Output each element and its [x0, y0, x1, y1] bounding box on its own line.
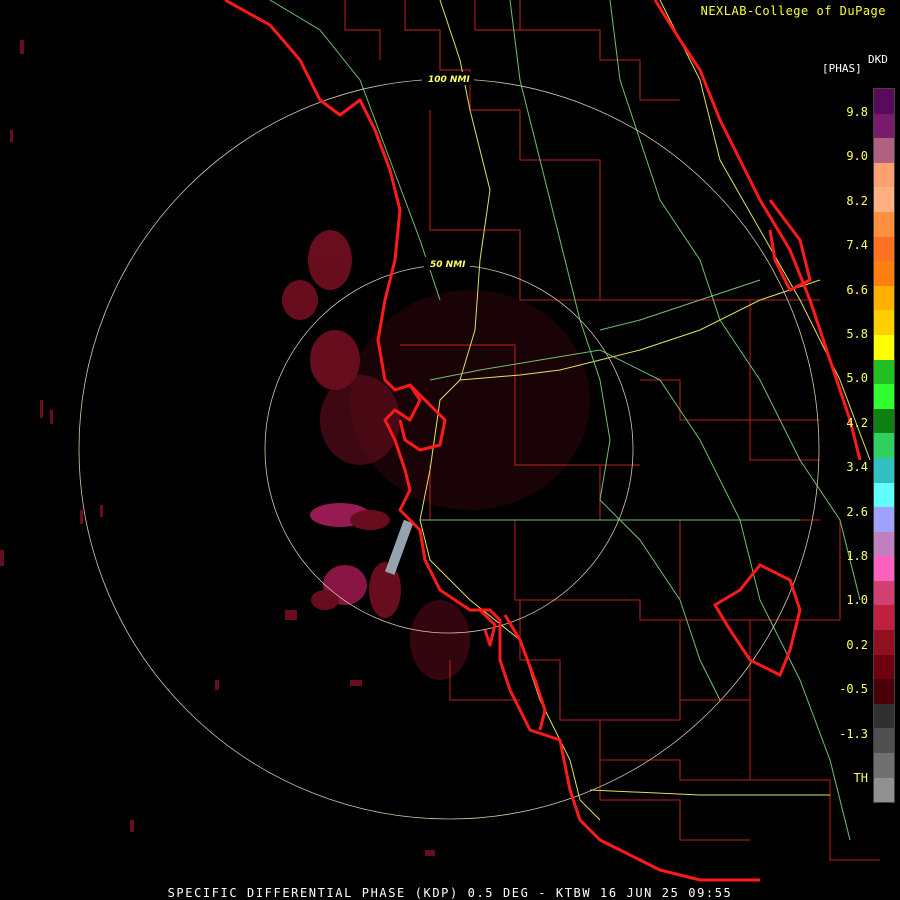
color-swatch	[874, 556, 894, 581]
color-swatch	[874, 654, 894, 680]
color-swatch	[874, 334, 894, 360]
color-scale-label: 9.0	[846, 149, 868, 164]
color-scale-label: 2.6	[846, 504, 868, 519]
color-swatch	[874, 138, 894, 163]
color-scale-label: 7.4	[846, 238, 868, 253]
color-swatch	[874, 777, 894, 803]
color-scale-label: TH	[853, 771, 868, 785]
color-swatch	[874, 359, 894, 385]
color-swatch	[874, 261, 894, 286]
color-scale-label: -1.3	[839, 726, 868, 741]
color-swatch	[874, 89, 894, 114]
color-swatch	[874, 211, 894, 237]
color-scale-label: 6.6	[846, 282, 868, 297]
color-scale-bar	[873, 88, 895, 803]
color-swatch	[874, 433, 894, 458]
color-swatch	[874, 162, 894, 188]
ring-label-100: 100 NMI	[428, 75, 470, 85]
radar-map: 50 NMI 100 NMI	[0, 0, 900, 900]
color-swatch	[874, 580, 894, 606]
color-swatch	[874, 113, 894, 139]
ring-label-50: 50 NMI	[430, 260, 466, 270]
color-swatch	[874, 285, 894, 311]
color-swatch	[874, 507, 894, 532]
color-swatch	[874, 384, 894, 409]
legend-product: DKD	[868, 53, 888, 66]
color-scale-label: 0.2	[846, 637, 868, 652]
color-swatch	[874, 531, 894, 557]
color-swatch	[874, 236, 894, 262]
product-caption: SPECIFIC DIFFERENTIAL PHASE (KDP) 0.5 DE…	[167, 886, 733, 900]
color-swatch	[874, 703, 894, 729]
color-swatch	[874, 310, 894, 335]
color-swatch	[874, 187, 894, 212]
color-swatch	[874, 630, 894, 655]
color-scale-label: 5.0	[846, 371, 868, 386]
color-swatch	[874, 457, 894, 483]
color-scale-label: 5.8	[846, 327, 868, 341]
color-scale-label: 1.0	[846, 593, 868, 608]
color-swatch	[874, 679, 894, 704]
color-swatch	[874, 728, 894, 754]
color-scale-label: 4.2	[846, 415, 868, 430]
color-scale-label: 8.2	[846, 193, 868, 208]
color-swatch	[874, 753, 894, 778]
color-scale-label: -0.5	[839, 682, 868, 697]
color-swatch	[874, 408, 894, 434]
color-scale-label: 1.8	[846, 549, 868, 563]
color-scale-label: 3.4	[846, 460, 868, 475]
color-scale-label: 9.8	[846, 105, 868, 119]
color-swatch	[874, 605, 894, 631]
legend-unit: [PHAS]	[822, 62, 862, 75]
credit-text: NEXLAB-College of DuPage	[700, 4, 886, 18]
color-swatch	[874, 482, 894, 508]
